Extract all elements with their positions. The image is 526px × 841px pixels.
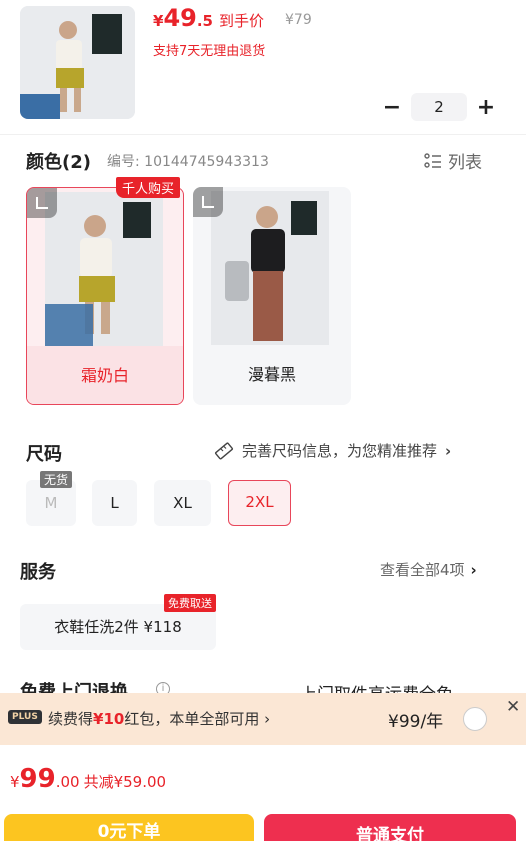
plus-badge: PLUS	[8, 710, 42, 724]
chevron-right-icon: ›	[445, 441, 452, 460]
total-saving: 共减¥59.00	[83, 773, 167, 791]
price-decimal: .5	[196, 12, 213, 30]
ruler-icon	[215, 442, 233, 459]
price-label: 到手价	[218, 12, 264, 30]
close-icon[interactable]: ✕	[506, 697, 520, 717]
price-symbol: ¥	[153, 12, 164, 30]
original-price: ¥79	[285, 12, 312, 28]
zoom-icon[interactable]	[27, 188, 57, 218]
total-integer: 99	[19, 764, 56, 794]
minus-icon[interactable]: −	[380, 95, 404, 120]
color-name: 霜奶白	[27, 346, 183, 404]
color-option-dusk-black[interactable]: 漫暮黑	[193, 187, 351, 405]
quantity-input[interactable]: 2	[411, 93, 467, 121]
divider	[0, 134, 526, 135]
quantity-stepper: − 2 +	[380, 92, 498, 122]
product-thumbnail[interactable]	[20, 6, 135, 119]
zoom-icon[interactable]	[193, 187, 223, 217]
color-option-cream-white[interactable]: 霜奶白	[26, 187, 184, 405]
service-title: 服务	[20, 562, 56, 583]
free-pickup-badge: 免费取送	[164, 594, 216, 612]
list-view-toggle[interactable]: 列表	[424, 148, 482, 173]
color-name: 漫暮黑	[247, 365, 296, 384]
price-integer: 49	[163, 4, 197, 32]
color-title: 颜色(2)	[26, 152, 91, 173]
hand-price: ¥49.5 到手价	[153, 4, 264, 32]
hot-purchase-badge: 千人购买	[116, 177, 181, 198]
plus-icon[interactable]: +	[474, 95, 498, 120]
plus-text-highlight: ¥10	[93, 710, 125, 728]
total-decimal: .00	[55, 773, 80, 791]
color-image	[211, 191, 329, 345]
product-code: 编号: 10144745943313	[107, 154, 269, 170]
list-icon	[424, 152, 441, 168]
normal-pay-button[interactable]: 普通支付	[264, 814, 516, 841]
list-label: 列表	[448, 153, 482, 173]
view-all-services-link[interactable]: 查看全部4项 ›	[380, 559, 477, 580]
plus-select-radio[interactable]	[463, 707, 487, 731]
size-option-xl[interactable]: XL	[154, 480, 211, 526]
plus-promo-text[interactable]: 续费得¥10红包，本单全部可用 ›	[48, 708, 270, 729]
size-option-l[interactable]: L	[92, 480, 137, 526]
zero-yuan-order-button[interactable]: 0元下单	[4, 814, 254, 841]
out-of-stock-badge: 无货	[40, 471, 73, 488]
chevron-right-icon: ›	[470, 560, 477, 579]
size-option-2xl[interactable]: 2XL	[228, 480, 291, 526]
total-symbol: ¥	[10, 773, 20, 791]
order-total: ¥99.00 共减¥59.00	[10, 764, 166, 794]
plus-price: ¥99/年	[388, 712, 444, 732]
size-hint-text: 完善尺码信息，为您精准推荐	[242, 442, 438, 460]
plus-text-prefix: 续费得	[48, 710, 94, 728]
return-policy: 支持7天无理由退货	[153, 44, 266, 59]
size-recommend-link[interactable]: 完善尺码信息，为您精准推荐 ›	[214, 440, 451, 461]
color-image	[45, 192, 163, 346]
view-all-label: 查看全部4项	[380, 561, 465, 579]
size-title: 尺码	[26, 444, 62, 465]
plus-text-suffix: 红包，本单全部可用 ›	[124, 710, 271, 728]
